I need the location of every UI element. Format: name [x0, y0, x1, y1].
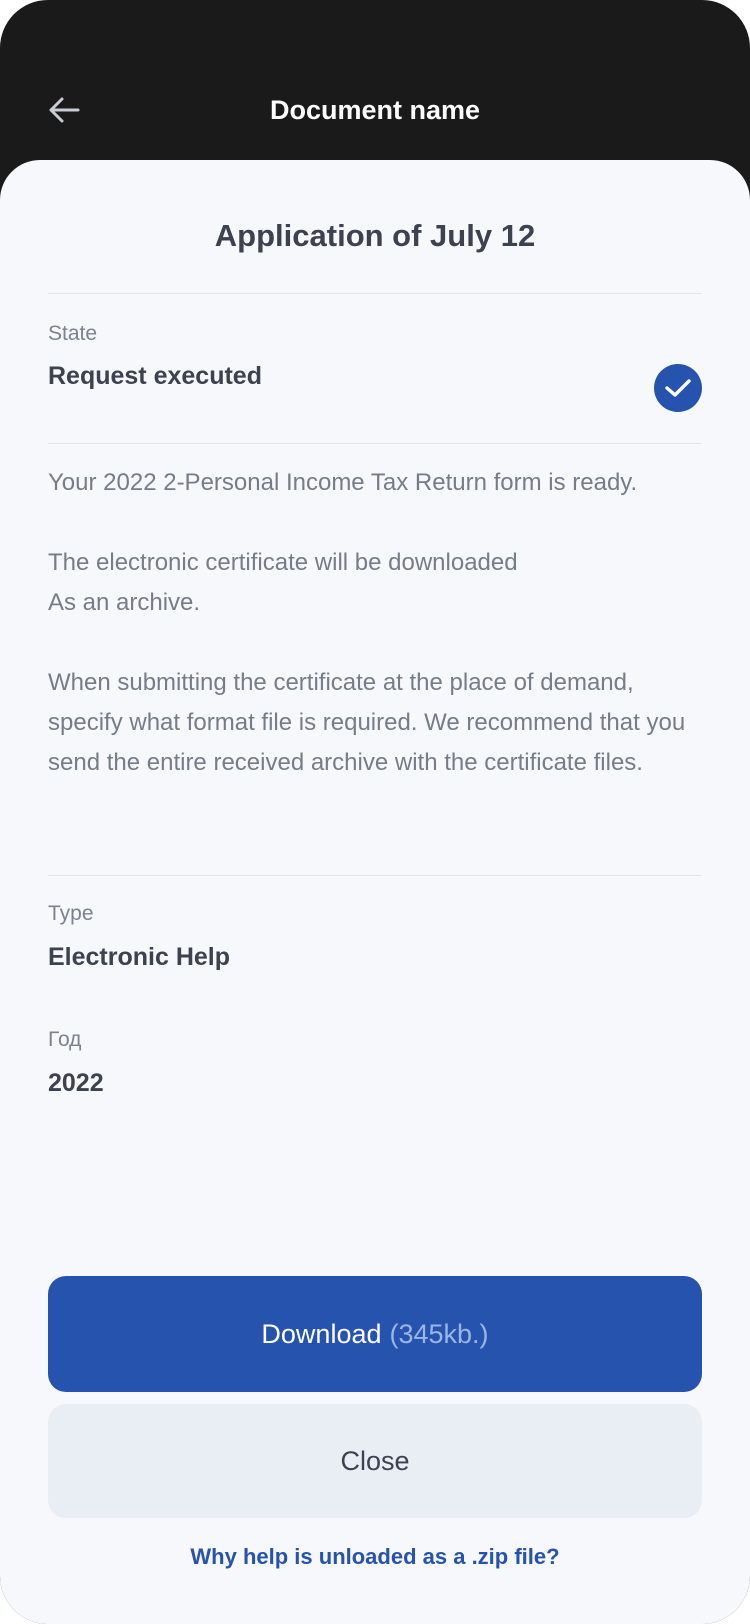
year-value: 2022	[48, 1069, 104, 1097]
phone-screen: Document name Application of July 12 Sta…	[0, 0, 750, 1624]
check-circle-icon	[654, 364, 702, 412]
type-value: Electronic Help	[48, 943, 230, 971]
document-title: Application of July 12	[214, 218, 536, 253]
close-button[interactable]: Close	[48, 1404, 702, 1518]
type-label: Type	[48, 902, 94, 925]
info-line: As an archive.	[48, 589, 201, 616]
info-paragraph: When submitting the certificate at the p…	[48, 669, 686, 776]
divider	[48, 293, 702, 294]
info-paragraph: Your 2022 2-Personal Income Tax Return f…	[48, 469, 638, 496]
state-label: State	[48, 322, 98, 345]
divider	[48, 875, 702, 876]
download-label: Download	[261, 1318, 382, 1349]
zip-help-link[interactable]: Why help is unloaded as a .zip file?	[0, 1542, 750, 1572]
year-label: Год	[48, 1028, 82, 1051]
info-paragraph: The electronic certificate will be downl…	[48, 543, 708, 623]
top-bar: Document name	[0, 0, 750, 160]
info-line: The electronic certificate will be downl…	[48, 549, 518, 576]
state-value: Request executed	[48, 362, 262, 390]
close-label: Close	[340, 1445, 410, 1476]
document-sheet: Application of July 12 State Request exe…	[0, 160, 750, 1624]
page-title: Document name	[269, 95, 481, 125]
download-button[interactable]: Download (345kb.)	[48, 1276, 702, 1392]
file-size: (345kb.)	[389, 1318, 489, 1349]
divider	[48, 443, 702, 444]
